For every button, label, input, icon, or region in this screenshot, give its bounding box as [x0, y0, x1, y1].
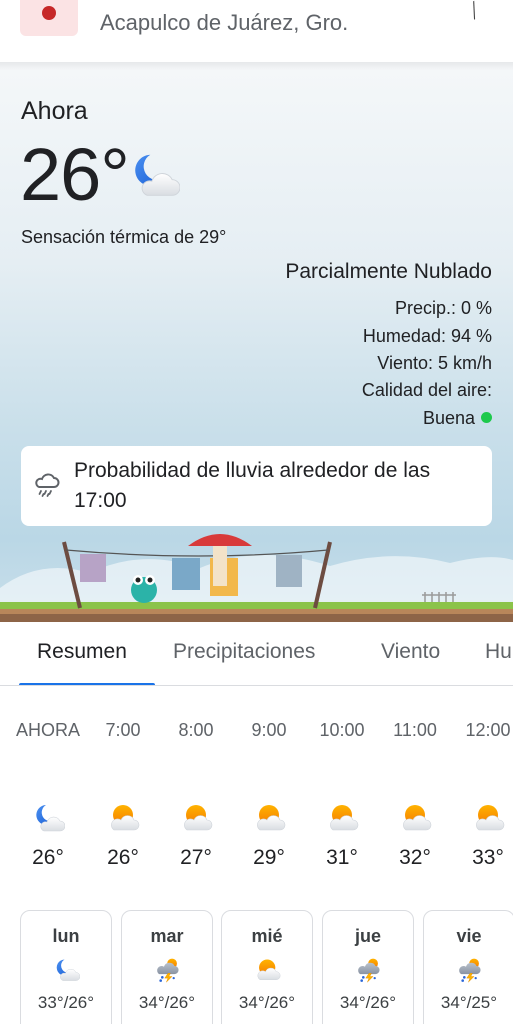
rain-cloud-icon [35, 473, 60, 497]
partly-cloudy-day-icon [400, 802, 432, 834]
day-temperature-range: 34°/26° [138, 993, 196, 1012]
daily-forecast-card[interactable]: vie 34°/25° [423, 910, 513, 1024]
air-quality-label: Calidad del aire: [361, 380, 492, 400]
day-temperature-range: 33°/26° [37, 993, 95, 1012]
thunderstorm-icon [155, 957, 181, 983]
day-temperature-range: 34°/26° [238, 993, 296, 1012]
partly-cloudy-night-icon [33, 802, 65, 834]
hour-temperature: 29° [253, 846, 285, 869]
thunderstorm-icon [457, 957, 483, 983]
tab-wind[interactable]: Viento [381, 640, 440, 664]
condition-text: Parcialmente Nublado [285, 260, 492, 283]
day-label: mié [251, 926, 283, 946]
day-temperature-range: 34°/25° [440, 993, 498, 1012]
partly-cloudy-day-icon [108, 802, 140, 834]
hour-label: 10:00 [319, 720, 365, 740]
rain-notice-text: Probabilidad de lluvia alrededor de las … [74, 459, 431, 512]
current-temperature: 26° [20, 133, 130, 216]
day-label: vie [456, 926, 482, 946]
daily-forecast-card[interactable]: jue 34°/26° [322, 910, 414, 1024]
forecast-tabs: Resumen Precipitaciones Viento Hu [0, 622, 513, 686]
day-temperature-range: 34°/26° [339, 993, 397, 1012]
hour-label: 9:00 [251, 720, 287, 740]
partly-cloudy-day-icon [473, 802, 505, 834]
hourly-forecast[interactable]: AHORA 26° 7:00 26° 8:00 27° 9:00 29° 10:00 31° 11:… [0, 686, 513, 896]
hour-temperature: 27° [180, 846, 212, 869]
feels-like: Sensación térmica de 29° [21, 227, 227, 247]
hour-label: AHORA [15, 720, 80, 740]
hour-label: 8:00 [178, 720, 214, 740]
location-bar[interactable]: Acapulco de Juárez, Gro. ╱ [0, 0, 513, 62]
hour-temperature: 31° [326, 846, 358, 869]
partly-cloudy-day-icon [255, 957, 281, 983]
tab-humidity[interactable]: Hu [485, 640, 512, 664]
air-quality-dot-icon [481, 412, 492, 423]
partly-cloudy-night-icon [130, 150, 180, 200]
hour-temperature: 32° [399, 846, 431, 869]
daily-forecast-card[interactable]: mar 34°/26° [121, 910, 213, 1024]
current-conditions-card: Ahora 26° Sensación térmica de 29° Parci… [0, 70, 513, 622]
air-quality-value[interactable]: Buena [423, 408, 492, 429]
partly-cloudy-night-icon [54, 957, 80, 983]
hour-temperature: 33° [472, 846, 504, 869]
daily-forecast-card[interactable]: mié 34°/26° [221, 910, 313, 1024]
precipitation-detail: Precip.: 0 % [394, 298, 492, 318]
hour-temperature: 26° [32, 846, 64, 869]
divider [0, 62, 513, 70]
tab-precipitation[interactable]: Precipitaciones [173, 640, 315, 664]
hour-label: 7:00 [105, 720, 141, 740]
hour-label: 12:00 [465, 720, 511, 740]
thunderstorm-icon [356, 957, 382, 983]
daily-forecast[interactable]: lun 33°/26° mar 34°/26° mié 34°/26° jue 34°/26°… [0, 906, 513, 1024]
partly-cloudy-day-icon [254, 802, 286, 834]
air-quality-text: Buena [422, 408, 475, 428]
location-name[interactable]: Acapulco de Juárez, Gro. [100, 10, 348, 36]
daily-forecast-card[interactable]: lun 33°/26° [20, 910, 112, 1024]
weather-illustration [0, 534, 513, 622]
hour-label: 11:00 [393, 720, 437, 740]
partly-cloudy-day-icon [327, 802, 359, 834]
location-pin-icon [20, 0, 78, 36]
partly-cloudy-day-icon [181, 802, 213, 834]
edit-location-icon[interactable]: ╱ [466, 1, 482, 20]
wind-detail: Viento: 5 km/h [377, 353, 492, 373]
day-label: jue [354, 926, 381, 946]
now-label: Ahora [21, 97, 88, 125]
hour-temperature: 26° [107, 846, 139, 869]
day-label: mar [150, 926, 184, 946]
humidity-detail: Humedad: 94 % [362, 326, 492, 346]
rain-notice-card[interactable]: Probabilidad de lluvia alrededor de las … [21, 446, 492, 526]
day-label: lun [52, 926, 80, 946]
tab-summary[interactable]: Resumen [37, 640, 127, 664]
weather-page: Acapulco de Juárez, Gro. ╱ Ahora 26° Sen… [0, 0, 513, 1024]
